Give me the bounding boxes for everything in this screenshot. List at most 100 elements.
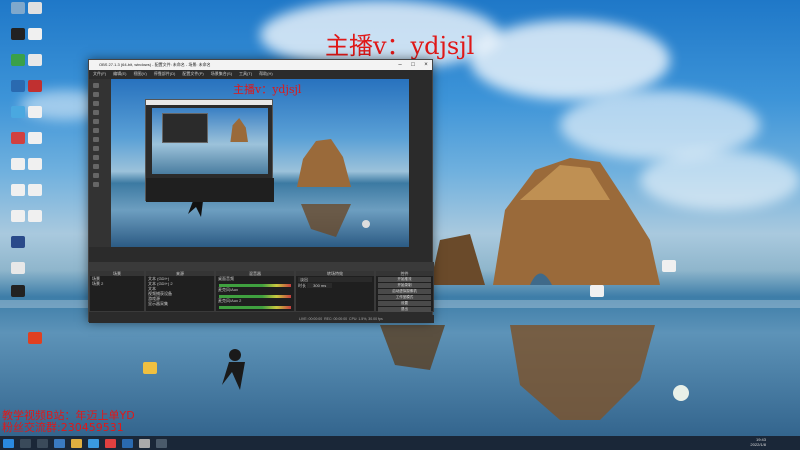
menu-profile[interactable]: 配置文件(P) [182,71,203,77]
menu-edit[interactable]: 编辑(E) [113,71,126,77]
desktop-icon[interactable] [18,2,52,15]
nested-obs-window [145,99,274,202]
app-icon [673,385,689,401]
duration-label: 时长 [298,283,306,288]
explorer-icon[interactable] [71,438,82,448]
minimize-icon[interactable]: – [394,60,406,70]
taskbar [0,436,800,450]
app-icon [28,80,42,92]
source-item[interactable]: 显示器采集 [146,301,214,306]
obs-status-bar: LIVE: 00:00:00 REC: 00:00:00 CPU: 1.5%, … [89,315,434,323]
desktop-icon[interactable] [133,362,167,375]
folder-icon [143,362,157,374]
menu-tools[interactable]: 工具(T) [239,71,252,77]
menu-file[interactable]: 文件(F) [93,71,106,77]
desktop-icon[interactable] [1,285,35,298]
cpu-status: CPU: 1.5%, 30.00 fps [349,317,383,321]
desktop-icon[interactable] [18,332,52,345]
obs-preview-canvas[interactable]: 主播v：ydjsjl [111,79,409,247]
obs-menu-bar: 文件(F) 编辑(E) 视图(V) 停靠部件(D) 配置文件(P) 场景集合(S… [89,70,432,78]
nested-docks [146,178,274,202]
nested-preview-recursion [162,113,208,143]
taskbar-app-icon[interactable] [105,438,116,448]
menu-docks[interactable]: 停靠部件(D) [154,71,176,77]
duration-input[interactable]: 300 ms [307,283,333,288]
close-icon[interactable]: × [420,60,432,70]
studio-mode-button[interactable]: 工作室模式 [378,295,431,300]
desktop-icon[interactable] [1,262,35,275]
file-icon [662,260,676,272]
desktop-icon[interactable] [652,260,686,273]
file-icon [28,210,42,222]
file-icon [28,2,42,14]
audio-meter [219,306,291,309]
controls-header: 控件 [376,271,433,276]
desktop-icon[interactable] [1,236,35,249]
file-icon [28,184,42,196]
scenes-panel: 场景 场景 场景 2 [89,270,145,312]
desktop-icon[interactable] [18,80,52,93]
desktop-icon[interactable] [580,285,614,298]
obs-title-bar[interactable]: OBS 27.1.3 (64-bit, windows) - 配置文件: 未命名… [89,60,432,70]
obs-window[interactable]: OBS 27.1.3 (64-bit, windows) - 配置文件: 未命名… [88,59,434,323]
transition-select[interactable]: 淡出 [298,277,372,282]
nested-title-bar [146,100,272,105]
start-icon[interactable] [3,438,14,448]
controls-panel: 控件 开始推流 开始录制 启动虚拟摄像机 工作室模式 设置 退出 [375,270,434,312]
promo-text: 教学视频B站：年迈上单YD 粉丝交流群:230459531 [2,410,135,434]
start-streaming-button[interactable]: 开始推流 [378,277,431,282]
desktop-icon[interactable] [18,132,52,145]
scene-item[interactable]: 场景 2 [90,281,144,286]
task-view-icon[interactable] [37,438,48,448]
edge-icon[interactable] [54,438,65,448]
transitions-panel: 转场特效 淡出 时长 300 ms [295,270,375,312]
obs-app-icon [11,285,25,297]
desktop-icon[interactable] [18,28,52,41]
settings-button[interactable]: 设置 [378,301,431,306]
rec-status: REC: 00:00:00 [324,317,348,321]
transitions-header: 转场特效 [296,271,374,276]
file-icon [11,262,25,274]
taskbar-app-icon[interactable] [88,438,99,448]
desktop-icon[interactable] [18,106,52,119]
nested-preview [152,108,268,174]
mixer-track-label: 麦克风/Aux 2 [218,298,242,303]
file-icon [28,54,42,66]
search-icon[interactable] [20,438,31,448]
obs-taskbar-icon[interactable] [139,438,150,448]
start-recording-button[interactable]: 开始录制 [378,283,431,288]
maximize-icon[interactable]: □ [407,60,419,70]
nested-rock [230,118,248,142]
desktop-icon[interactable] [18,158,52,171]
taskbar-app-icon[interactable] [156,438,167,448]
live-status: LIVE: 00:00:00 [299,317,323,321]
desktop-icon[interactable] [664,385,698,402]
promo-line-group: 粉丝交流群:230459531 [2,421,124,434]
obs-preview-gutter [89,79,111,247]
taskbar-app-icon[interactable] [122,438,133,448]
docks-header [89,262,434,270]
mixer-track-label: 桌面音频 [218,276,234,281]
virtual-camera-button[interactable]: 启动虚拟摄像机 [378,289,431,294]
mixer-track-label: 麦克风/Aux [218,287,239,292]
desktop-icon[interactable] [18,54,52,67]
app-icon [11,236,25,248]
transition-duration: 时长 300 ms [296,283,374,288]
exit-button[interactable]: 退出 [378,307,431,312]
file-icon [28,158,42,170]
window-title: OBS 27.1.3 (64-bit, windows) - 配置文件: 未命名… [99,62,211,67]
menu-scene-collection[interactable]: 场景集合(S) [211,71,232,77]
taskbar-clock[interactable]: 19:43 2022/1/8 [750,437,766,447]
menu-help[interactable]: 帮助(H) [259,71,273,77]
clock-date: 2022/1/8 [750,442,766,447]
desktop-icon[interactable] [18,184,52,197]
desktop-icon[interactable] [18,210,52,223]
file-icon [28,132,42,144]
file-icon [590,285,604,297]
file-icon [28,106,42,118]
sources-panel: 来源 文本 (GDI+) 文本 (GDI+) 2 文本 视频捕获设备 游戏源 显… [145,270,215,312]
menu-view[interactable]: 视图(V) [133,71,146,77]
mixer-panel: 混音器 桌面音频 麦克风/Aux 麦克风/Aux 2 [215,270,295,312]
app-icon [28,332,42,344]
overlay-streamer-id: 主播v：ydjsjl [325,32,475,60]
